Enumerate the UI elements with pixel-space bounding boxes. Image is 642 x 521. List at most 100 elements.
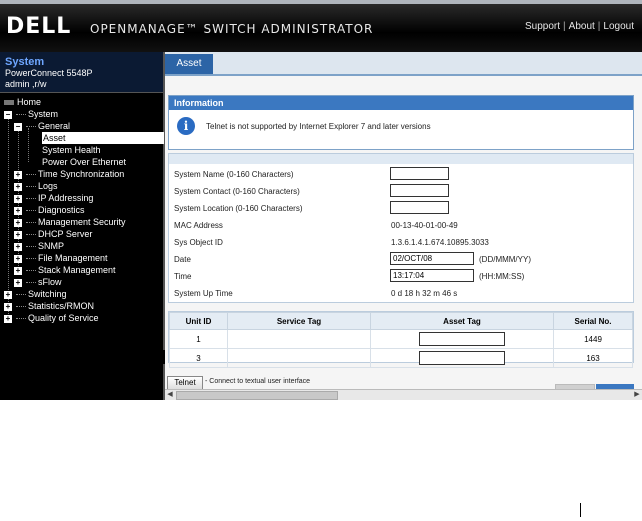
unit-id-cell: 3 [169,348,228,368]
tree-item-label: Stack Management [38,265,116,275]
tree-item-label: Power Over Ethernet [42,157,127,167]
tree-connector [26,198,36,200]
asset-tag-cell [370,329,554,349]
tree-item-ip-addressing[interactable]: + IP Addressing [14,192,93,204]
system-contact-input[interactable] [390,184,449,197]
asset-tag-input[interactable] [419,332,505,346]
scrollbar-thumb[interactable] [176,391,338,400]
form-header [169,154,633,164]
tree-connector [26,174,36,176]
scroll-left-icon[interactable]: ◀ [166,391,174,399]
tree-connector [26,258,36,260]
form-row-system-up-time: System Up Time 0 d 18 h 32 m 46 s [169,285,633,302]
support-link[interactable]: Support [525,21,560,32]
tree-item-label: Management Security [38,217,126,227]
tree-item-label: Quality of Service [28,313,99,323]
form-row-system-location: System Location (0-160 Characters) [169,200,633,217]
tree-item-label: File Management [38,253,108,263]
expand-icon[interactable]: + [14,230,22,239]
tree-item-label: Time Synchronization [38,169,125,179]
system-title[interactable]: System [5,56,44,68]
tree-item-label: Statistics/RMON [28,301,95,311]
tree-item-stack-management[interactable]: + Stack Management [14,264,116,276]
asset-tag-input[interactable] [419,351,505,365]
expand-icon[interactable]: + [4,314,12,323]
system-location-input[interactable] [390,201,449,214]
tree-item-asset[interactable]: Asset [42,132,164,144]
asset-tag-cell [370,348,554,368]
tree-item-power-over-ethernet[interactable]: Power Over Ethernet [42,156,126,168]
tree-item-statistics-rmon[interactable]: + Statistics/RMON [4,300,94,312]
tree-item-general[interactable]: − General [14,120,70,132]
tree-item-label: Diagnostics [38,205,85,215]
tree-item-time-synchronization[interactable]: + Time Synchronization [14,168,124,180]
expand-icon[interactable]: + [14,182,22,191]
expand-icon[interactable]: + [14,170,22,179]
information-panel: Information i Telnet is not supported by… [168,95,634,150]
scroll-right-icon[interactable]: ▶ [633,391,641,399]
expand-icon[interactable]: + [14,278,22,287]
time-format-hint: (HH:MM:SS) [479,272,525,281]
table-row: 3 163 [169,348,633,368]
system-contact-label: System Contact (0-160 Characters) [174,187,300,196]
date-label: Date [174,255,191,264]
horizontal-scrollbar[interactable]: ◀ ▶ [165,389,642,400]
tree-item-switching[interactable]: + Switching [4,288,67,300]
main-content: Asset Information i Telnet is not suppor… [165,52,642,400]
tree-item-system[interactable]: − System [4,108,58,120]
date-format-hint: (DD/MMM/YY) [479,255,531,264]
tree-item-label: IP Addressing [38,193,94,203]
tree-item-system-health[interactable]: System Health [42,144,101,156]
time-input[interactable] [390,269,474,282]
expand-icon[interactable]: + [14,266,22,275]
tree-item-logs[interactable]: + Logs [14,180,58,192]
expand-icon[interactable]: + [14,206,22,215]
expand-icon[interactable]: + [4,290,12,299]
expand-icon[interactable]: + [14,218,22,227]
time-label: Time [174,272,192,281]
tab-asset[interactable]: Asset [165,54,213,74]
telnet-description: - Connect to textual user interface [205,378,311,385]
expand-icon[interactable]: + [14,242,22,251]
tree-item-diagnostics[interactable]: + Diagnostics [14,204,85,216]
tree-item-snmp[interactable]: + SNMP [14,240,64,252]
tree-connector [26,186,36,188]
collapse-icon[interactable]: − [4,110,12,119]
form-row-mac-address: MAC Address 00-13-40-01-00-49 [169,217,633,234]
telnet-button[interactable]: Telnet [167,376,203,390]
tree-connector [26,270,36,272]
system-user: admin ,r/w [5,79,47,89]
tree-connector [26,126,36,128]
tree-item-management-security[interactable]: + Management Security [14,216,126,228]
collapse-icon[interactable]: − [14,122,22,131]
home-icon [4,100,14,106]
tree-item-sflow[interactable]: + sFlow [14,276,62,288]
tree-item-dhcp-server[interactable]: + DHCP Server [14,228,92,240]
serial-no-cell: 1449 [553,329,633,349]
app-window: DELL OPENMANAGE™ SWITCH ADMINISTRATOR Su… [0,0,642,400]
mac-address-value: 00-13-40-01-00-49 [391,221,458,230]
tree-item-label: Asset [43,133,66,143]
expand-icon[interactable]: + [14,254,22,263]
tree-item-home[interactable]: Home [4,96,41,108]
sys-object-id-value: 1.3.6.1.4.1.674.10895.3033 [391,238,489,247]
form-row-date: Date (DD/MMM/YY) [169,251,633,268]
tree-connector [26,222,36,224]
tree-item-quality-of-service[interactable]: + Quality of Service [4,312,99,324]
date-input[interactable] [390,252,474,265]
information-header: Information [169,96,633,110]
form-row-system-contact: System Contact (0-160 Characters) [169,183,633,200]
logout-link[interactable]: Logout [603,21,634,32]
tree-item-label: Switching [28,289,67,299]
expand-icon[interactable]: + [14,194,22,203]
serial-no-cell: 163 [553,348,633,368]
tree-item-label: sFlow [38,277,62,287]
sidebar: System PowerConnect 5548P admin ,r/w Hom… [0,52,165,400]
expand-icon[interactable]: + [4,302,12,311]
tree-item-file-management[interactable]: + File Management [14,252,108,264]
about-link[interactable]: About [569,21,595,32]
system-name-input[interactable] [390,167,449,180]
unit-id-cell: 1 [169,329,228,349]
form-row-sys-object-id: Sys Object ID 1.3.6.1.4.1.674.10895.3033 [169,234,633,251]
tree-connector [16,294,26,296]
